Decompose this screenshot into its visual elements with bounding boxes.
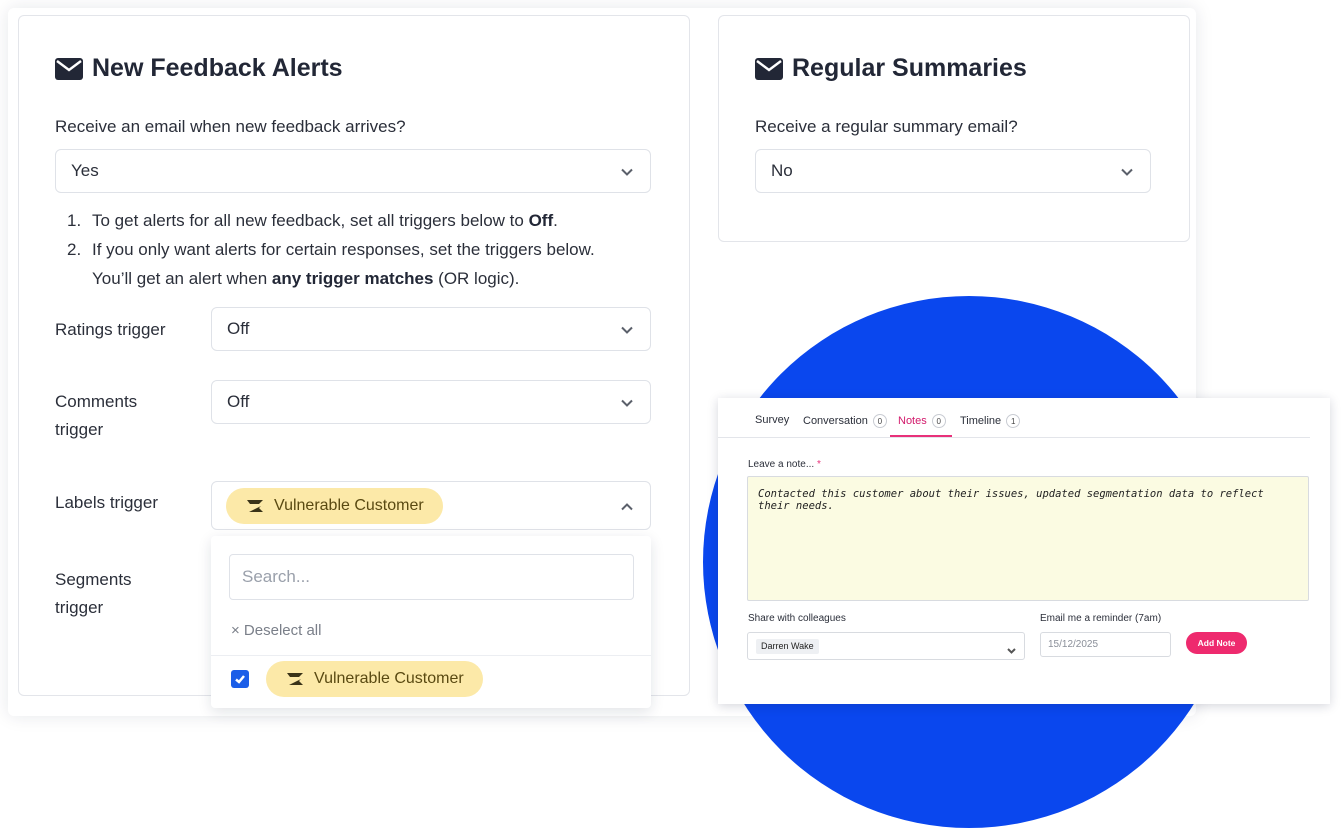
email-reminder-label: Email me a reminder (7am) <box>1040 613 1162 624</box>
required-mark: * <box>816 459 821 470</box>
labels-search-input[interactable]: Search... <box>229 554 634 600</box>
summaries-title: Regular Summaries <box>755 54 1027 83</box>
tab-timeline[interactable]: Timeline 1 <box>960 414 1021 428</box>
summaries-enabled-value: No <box>771 161 793 180</box>
chevron-down-icon <box>1007 642 1016 654</box>
ratings-trigger-select[interactable]: Off <box>211 307 651 351</box>
instruction-item-2: 2. If you only want alerts for certain r… <box>67 240 595 259</box>
label-option-checkbox[interactable] <box>231 670 249 688</box>
alerts-question: Receive an email when new feedback arriv… <box>55 117 406 136</box>
tab-count-badge: 0 <box>931 414 946 428</box>
active-tab-indicator <box>890 435 952 437</box>
labels-trigger-label: Labels trigger <box>55 493 159 512</box>
chevron-down-icon <box>1120 164 1134 178</box>
notes-tabs: Survey Conversation 0 Notes 0 Timeline 1 <box>718 398 1310 438</box>
comments-trigger-label: Comments trigger <box>55 392 138 439</box>
instruction-item-1: 1. To get alerts for all new feedback, s… <box>67 211 558 230</box>
regular-summaries-card: Regular Summaries Receive a regular summ… <box>718 15 1190 242</box>
envelope-icon <box>755 57 783 80</box>
alerts-instructions: 1. To get alerts for all new feedback, s… <box>67 206 595 293</box>
alerts-title: New Feedback Alerts <box>55 54 343 83</box>
tab-conversation[interactable]: Conversation 0 <box>803 414 887 428</box>
notes-panel: Survey Conversation 0 Notes 0 Timeline 1… <box>718 398 1330 704</box>
add-note-button[interactable]: Add Note <box>1186 632 1247 654</box>
summaries-title-text: Regular Summaries <box>792 54 1027 82</box>
tab-survey[interactable]: Survey <box>755 414 789 426</box>
chevron-down-icon <box>620 164 634 178</box>
label-tag-icon <box>247 499 263 512</box>
label-option-chip[interactable]: Vulnerable Customer <box>266 661 483 697</box>
label-tag-icon <box>287 673 303 685</box>
chevron-down-icon <box>620 322 634 336</box>
chevron-up-icon <box>620 499 634 513</box>
envelope-icon <box>55 57 83 80</box>
selected-colleague-pill[interactable]: Darren Wake <box>756 639 819 654</box>
labels-trigger-select[interactable]: Vulnerable Customer <box>211 481 651 530</box>
summaries-question: Receive a regular summary email? <box>755 117 1018 136</box>
summaries-enabled-select[interactable]: No <box>755 149 1151 193</box>
alerts-enabled-value: Yes <box>71 161 99 180</box>
stage: New Feedback Alerts Receive an email whe… <box>0 0 1343 829</box>
share-colleagues-select[interactable]: Darren Wake <box>747 632 1025 660</box>
share-label: Share with colleagues <box>748 613 846 624</box>
labels-dropdown: Search... × Deselect all Vulnerable Cust… <box>211 536 651 708</box>
chevron-down-icon <box>620 395 634 409</box>
dropdown-divider <box>211 655 651 656</box>
reminder-date-input[interactable]: 15/12/2025 <box>1040 632 1171 657</box>
deselect-all-link[interactable]: × Deselect all <box>231 622 321 639</box>
segments-trigger-label: Segments trigger <box>55 570 132 617</box>
instruction-item-2-line-2: You’ll get an alert when any trigger mat… <box>92 269 520 288</box>
alerts-title-text: New Feedback Alerts <box>92 54 343 82</box>
tab-notes[interactable]: Notes 0 <box>898 414 946 428</box>
tab-count-badge: 0 <box>872 414 887 428</box>
note-field-label: Leave a note... * <box>748 459 821 470</box>
tab-count-badge: 1 <box>1006 414 1021 428</box>
ratings-trigger-value: Off <box>227 319 250 338</box>
comments-trigger-select[interactable]: Off <box>211 380 651 424</box>
label-chip-selected[interactable]: Vulnerable Customer <box>226 487 443 524</box>
alerts-enabled-select[interactable]: Yes <box>55 149 651 193</box>
ratings-trigger-label: Ratings trigger <box>55 320 166 339</box>
note-textarea[interactable]: Contacted this customer about their issu… <box>747 476 1309 601</box>
checkmark-icon <box>235 675 245 684</box>
comments-trigger-value: Off <box>227 392 250 411</box>
